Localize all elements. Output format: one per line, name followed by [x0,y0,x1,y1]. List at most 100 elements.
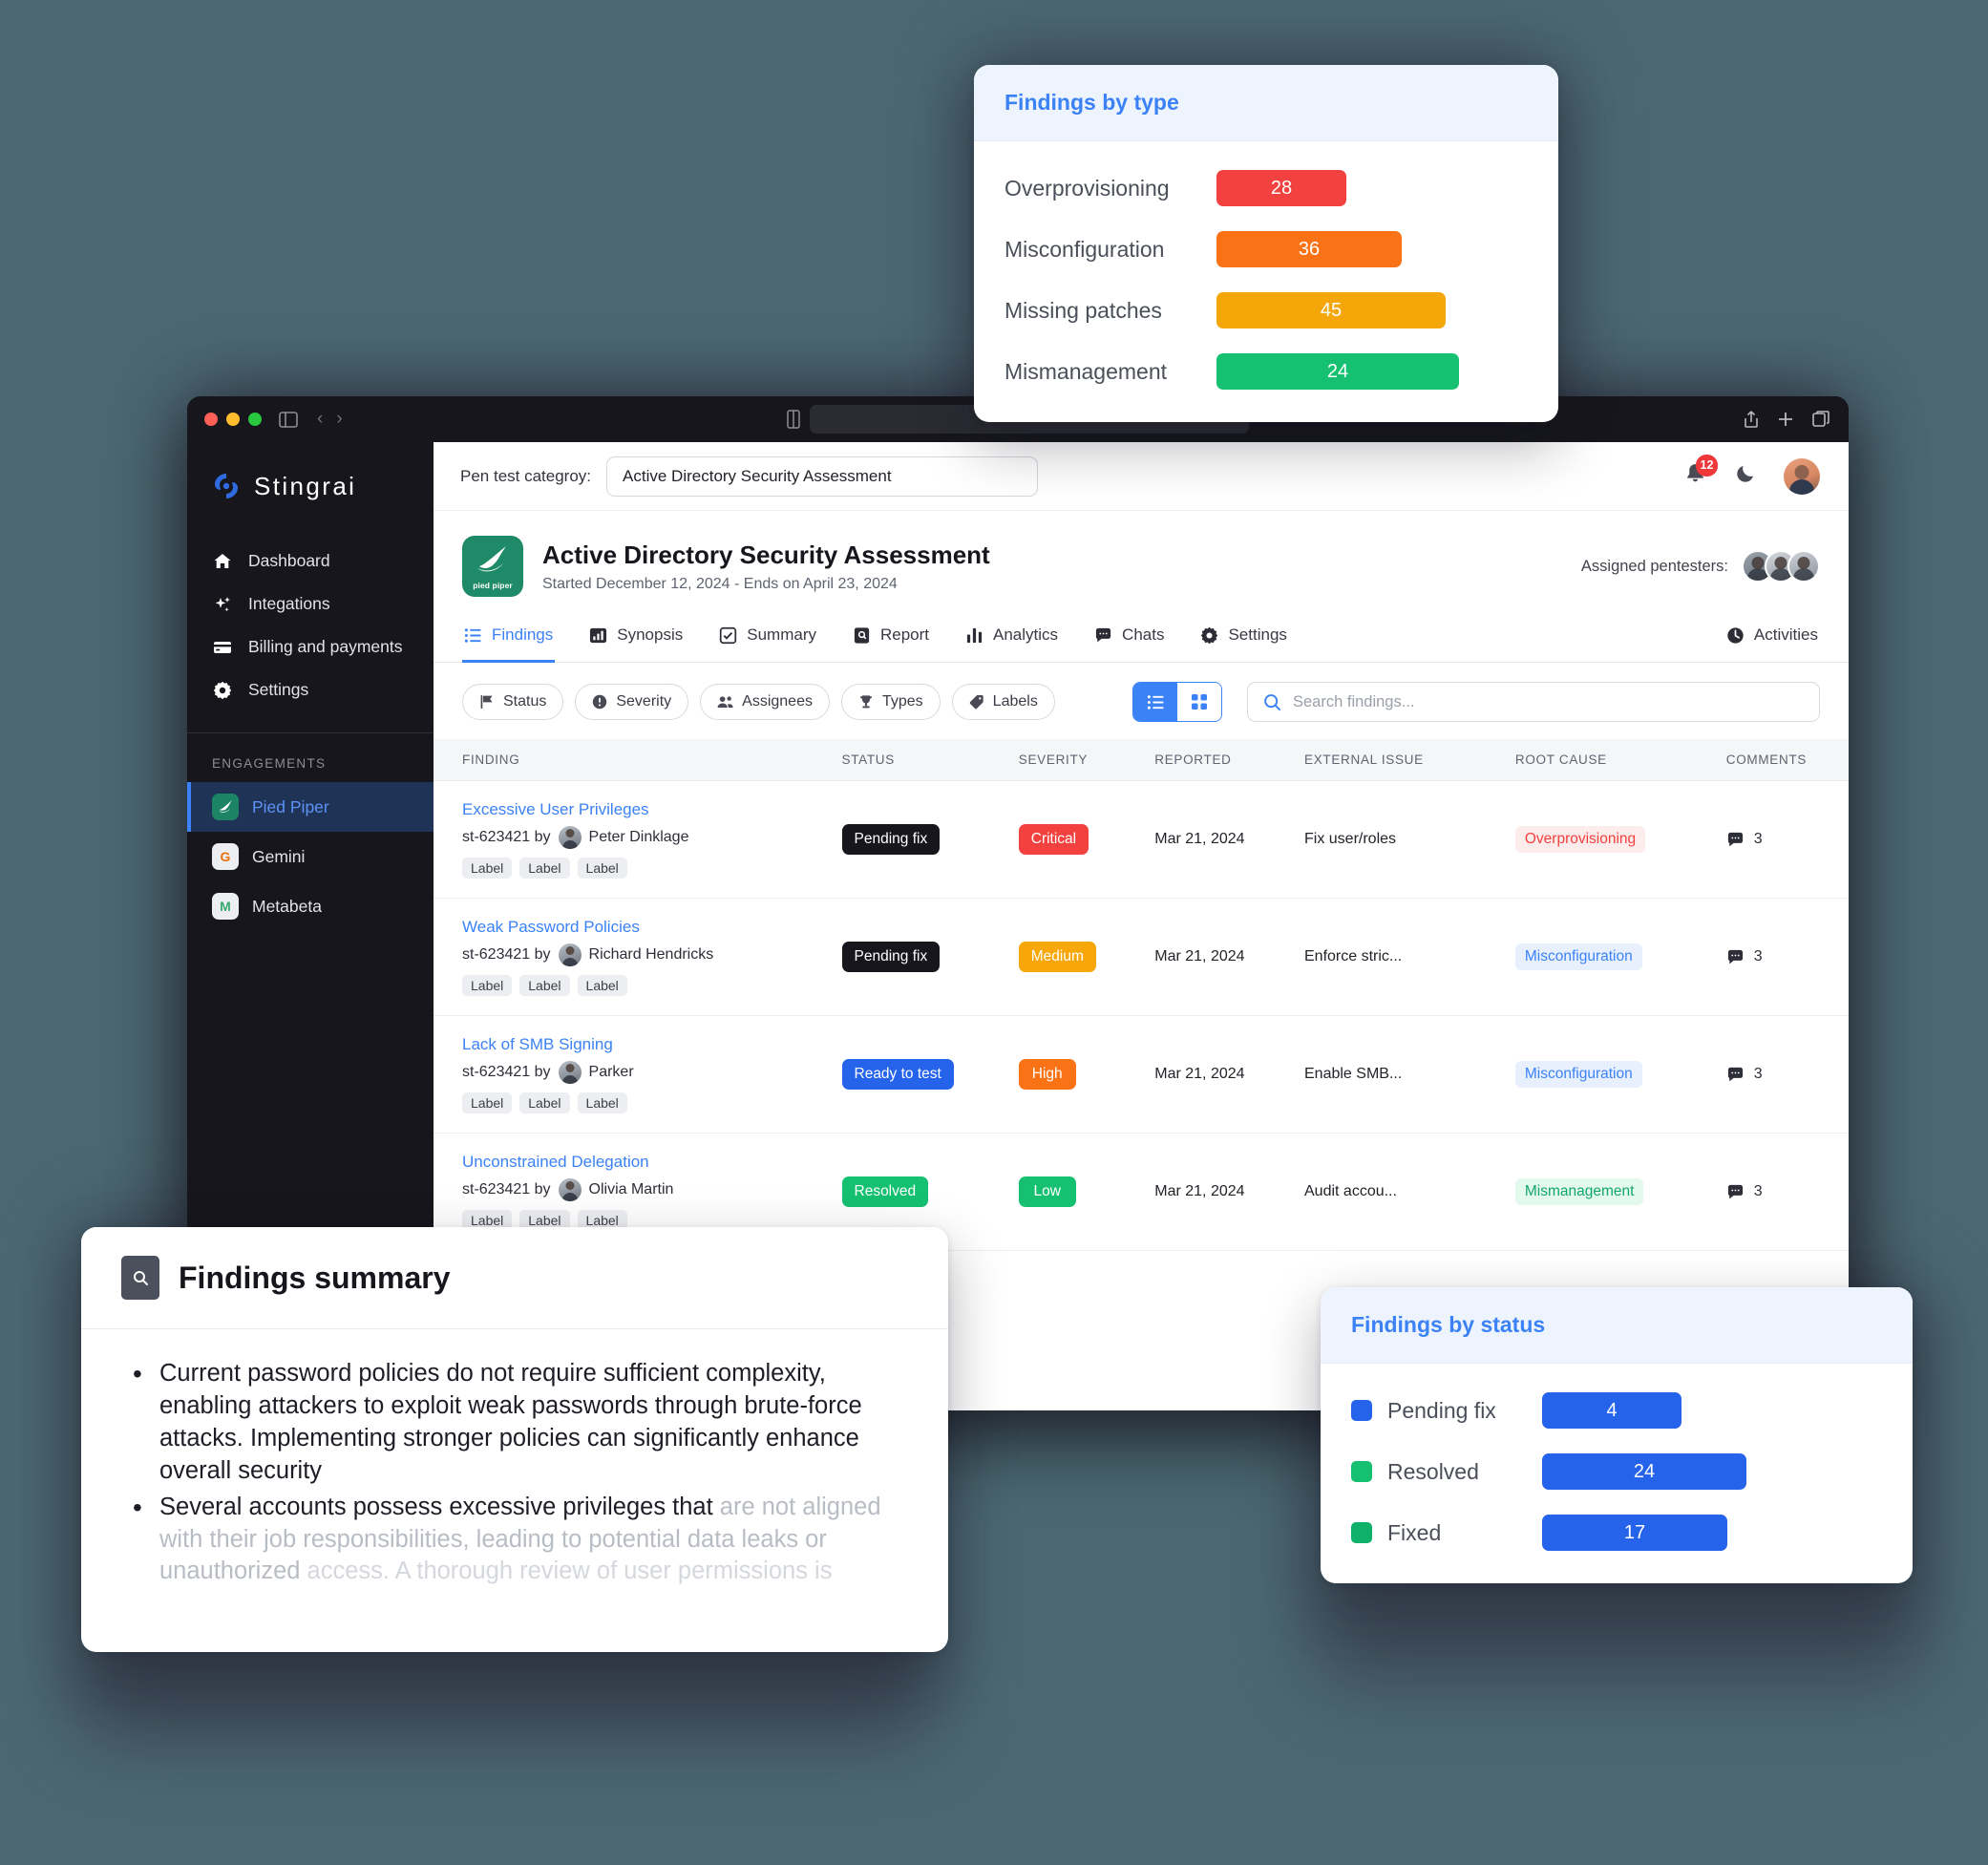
filter-status[interactable]: Status [462,684,564,720]
sidebar-toggle-icon[interactable] [279,411,298,428]
label-chip[interactable]: Label [577,975,627,996]
status-badge: Resolved [841,1176,929,1207]
label-chip[interactable]: Label [462,1092,513,1113]
gear-icon [212,681,233,700]
label-chip[interactable]: Label [462,858,513,879]
finding-title-link[interactable]: Excessive User Privileges [462,800,842,819]
tab-overview-icon[interactable] [1812,411,1829,428]
tab-findings[interactable]: Findings [462,618,556,663]
filter-severity[interactable]: Severity [575,684,689,720]
top-bar-actions: 12 [1683,454,1820,495]
status-badge: Pending fix [841,824,941,855]
avatar[interactable] [1787,550,1820,583]
finding-title-link[interactable]: Unconstrained Delegation [462,1153,842,1172]
maximize-window-button[interactable] [248,413,262,426]
close-window-button[interactable] [204,413,218,426]
sidebar-item-gemini[interactable]: G Gemini [187,832,434,881]
tab-chats[interactable]: Chats [1092,618,1166,663]
clock-icon [1726,626,1745,645]
chart-bar-row: Pending fix 4 [1351,1392,1882,1429]
browser-toolbar-right[interactable] [1744,410,1829,429]
new-tab-icon[interactable] [1778,412,1793,427]
filter-labels[interactable]: Labels [951,684,1055,720]
document-search-icon [121,1256,159,1300]
tab-settings[interactable]: Settings [1198,618,1288,663]
reader-view-icon[interactable] [787,410,800,429]
table-row[interactable]: Weak Password Policies st-623421 by Rich… [434,898,1849,1016]
finding-title-link[interactable]: Lack of SMB Signing [462,1035,842,1054]
bar-chart-icon [589,626,607,645]
minimize-window-button[interactable] [226,413,240,426]
sidebar-item-label: Settings [248,680,309,699]
cell-comments: 3 [1725,1133,1849,1251]
finding-meta: st-623421 by Peter Dinklage [462,826,842,849]
filter-label: Severity [616,693,672,710]
tab-activities[interactable]: Activities [1724,618,1820,663]
list-view-button[interactable] [1133,683,1177,721]
sidebar-item-pied-piper[interactable]: Pied Piper [187,782,434,832]
tab-report[interactable]: Report [851,618,931,663]
table-row[interactable]: Excessive User Privileges st-623421 by P… [434,780,1849,899]
findings-summary-list: Current password policies do not require… [127,1356,902,1589]
sidebar-item-label: Pied Piper [252,796,329,816]
list-item: Several accounts possess excessive privi… [127,1490,902,1589]
forward-icon[interactable]: › [336,409,342,430]
traffic-lights[interactable] [204,413,262,426]
credit-card-icon [212,638,233,657]
chart-bar-row: Overprovisioning 28 [1005,170,1528,206]
sidebar-item-integations[interactable]: Integations [187,583,434,625]
comments-number: 3 [1753,831,1763,847]
filter-types[interactable]: Types [840,684,941,720]
findings-by-type-chart: Overprovisioning 28 Misconfiguration 36 … [974,141,1558,422]
label-chip[interactable]: Label [462,975,513,996]
chart-bar-row: Misconfiguration 36 [1005,231,1528,267]
tab-analytics[interactable]: Analytics [963,618,1060,663]
comments-count[interactable]: 3 [1726,1066,1849,1084]
brand[interactable]: Stingrai [187,442,434,513]
finding-title-link[interactable]: Weak Password Policies [462,918,842,937]
pen-test-category-select[interactable]: Active Directory Security Assessment [606,456,1039,497]
table-row[interactable]: Lack of SMB Signing st-623421 by Parker … [434,1015,1849,1134]
comments-count[interactable]: 3 [1726,831,1849,849]
label-chip[interactable]: Label [519,1092,570,1113]
chat-icon [1727,1067,1743,1081]
sidebar-item-billing[interactable]: Billing and payments [187,625,434,668]
filter-label: Types [881,693,923,710]
sidebar-item-settings[interactable]: Settings [187,668,434,711]
pen-test-category-value: Active Directory Security Assessment [623,466,892,485]
label-chip[interactable]: Label [577,858,627,879]
flag-icon [479,694,495,710]
search-input[interactable] [1293,692,1804,711]
share-icon[interactable] [1744,410,1759,429]
finding-id: st-623421 by [462,1064,551,1080]
sidebar-item-metabeta[interactable]: M Metabeta [187,881,434,931]
label-chip[interactable]: Label [519,858,570,879]
user-avatar[interactable] [1784,457,1820,495]
table-header-row: FINDING STATUS SEVERITY REPORTED EXTERNA… [434,739,1849,781]
avatar [558,943,582,966]
dark-mode-toggle[interactable] [1734,462,1757,490]
label-chip[interactable]: Label [577,1092,627,1113]
sidebar-item-dashboard[interactable]: Dashboard [187,540,434,583]
cell-root-cause: Overprovisioning [1514,780,1726,899]
browser-nav[interactable]: ‹ › [317,409,343,430]
grid-view-button[interactable] [1177,683,1221,721]
avatar [558,1061,582,1084]
tab-summary[interactable]: Summary [717,618,818,663]
tab-synopsis[interactable]: Synopsis [587,618,685,663]
comments-count[interactable]: 3 [1726,1183,1849,1201]
label-chip[interactable]: Label [519,975,570,996]
search-box[interactable] [1247,682,1820,722]
view-toggle[interactable] [1132,682,1222,722]
filter-assignees[interactable]: Assignees [700,684,830,720]
comments-count[interactable]: 3 [1726,948,1849,966]
metabeta-logo-icon: M [212,893,239,920]
avatar [558,1178,582,1201]
chat-icon [1094,626,1112,645]
project-logo: pied piper [462,536,523,597]
back-icon[interactable]: ‹ [317,409,323,430]
notifications-button[interactable]: 12 [1683,454,1718,491]
legend-swatch [1351,1461,1372,1482]
page-title: Active Directory Security Assessment [542,540,990,569]
pentester-avatar-group[interactable] [1742,550,1820,583]
